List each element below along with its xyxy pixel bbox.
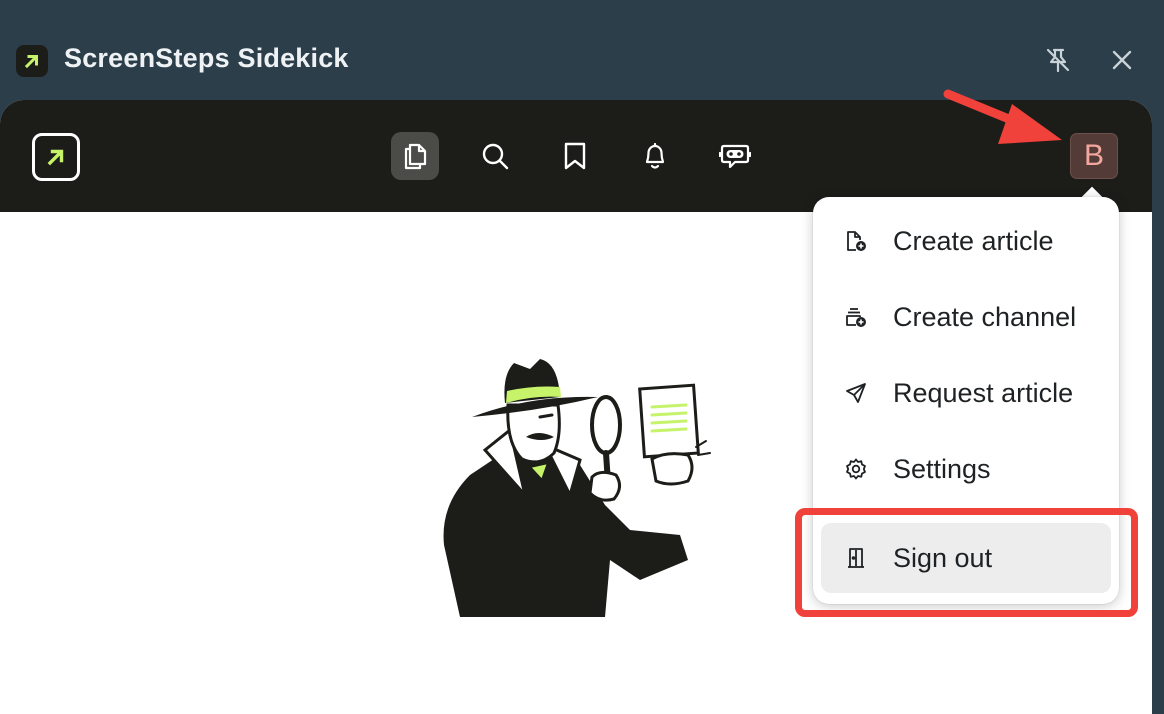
nav-notifications-button[interactable] xyxy=(631,132,679,180)
articles-icon xyxy=(404,143,427,170)
unpin-button[interactable] xyxy=(1041,43,1075,77)
search-icon xyxy=(482,143,509,170)
chatbot-icon xyxy=(719,144,751,169)
door-icon xyxy=(843,545,869,571)
nav-bookmarks-button[interactable] xyxy=(551,132,599,180)
close-window-button[interactable] xyxy=(1105,43,1139,77)
menu-item-label: Create channel xyxy=(893,301,1077,332)
nav-assistant-button[interactable] xyxy=(711,132,759,180)
menu-item-label: Settings xyxy=(893,453,991,484)
menu-item-label: Request article xyxy=(893,377,1074,408)
window-titlebar: ScreenSteps Sidekick xyxy=(0,0,1164,100)
top-navigation: B xyxy=(0,100,1152,212)
user-avatar-button[interactable]: B xyxy=(1070,133,1118,179)
home-button[interactable] xyxy=(32,133,80,181)
menu-item-create-channel[interactable]: Create channel xyxy=(821,282,1111,352)
pin-off-icon xyxy=(1046,48,1070,73)
menu-item-settings[interactable]: Settings xyxy=(821,434,1111,504)
gear-icon xyxy=(843,456,869,482)
bell-icon xyxy=(645,142,665,169)
send-icon xyxy=(843,380,869,406)
menu-item-request-article[interactable]: Request article xyxy=(821,358,1111,428)
nav-search-button[interactable] xyxy=(471,132,519,180)
bookmark-icon xyxy=(564,142,586,170)
app-logo-icon xyxy=(16,45,48,77)
arrow-up-right-icon xyxy=(47,149,64,166)
account-dropdown-menu: Create article Create channel Request ar… xyxy=(813,197,1119,604)
channel-plus-icon xyxy=(843,304,869,330)
nav-articles-button[interactable] xyxy=(391,132,439,180)
file-plus-icon xyxy=(843,228,869,254)
menu-item-sign-out[interactable]: Sign out xyxy=(821,523,1111,593)
window-title: ScreenSteps Sidekick xyxy=(64,43,349,73)
close-icon xyxy=(1112,50,1132,70)
menu-divider xyxy=(813,510,1119,511)
menu-item-label: Create article xyxy=(893,225,1054,256)
detective-illustration xyxy=(443,359,711,617)
menu-item-label: Sign out xyxy=(893,542,993,573)
menu-item-create-article[interactable]: Create article xyxy=(821,206,1111,276)
